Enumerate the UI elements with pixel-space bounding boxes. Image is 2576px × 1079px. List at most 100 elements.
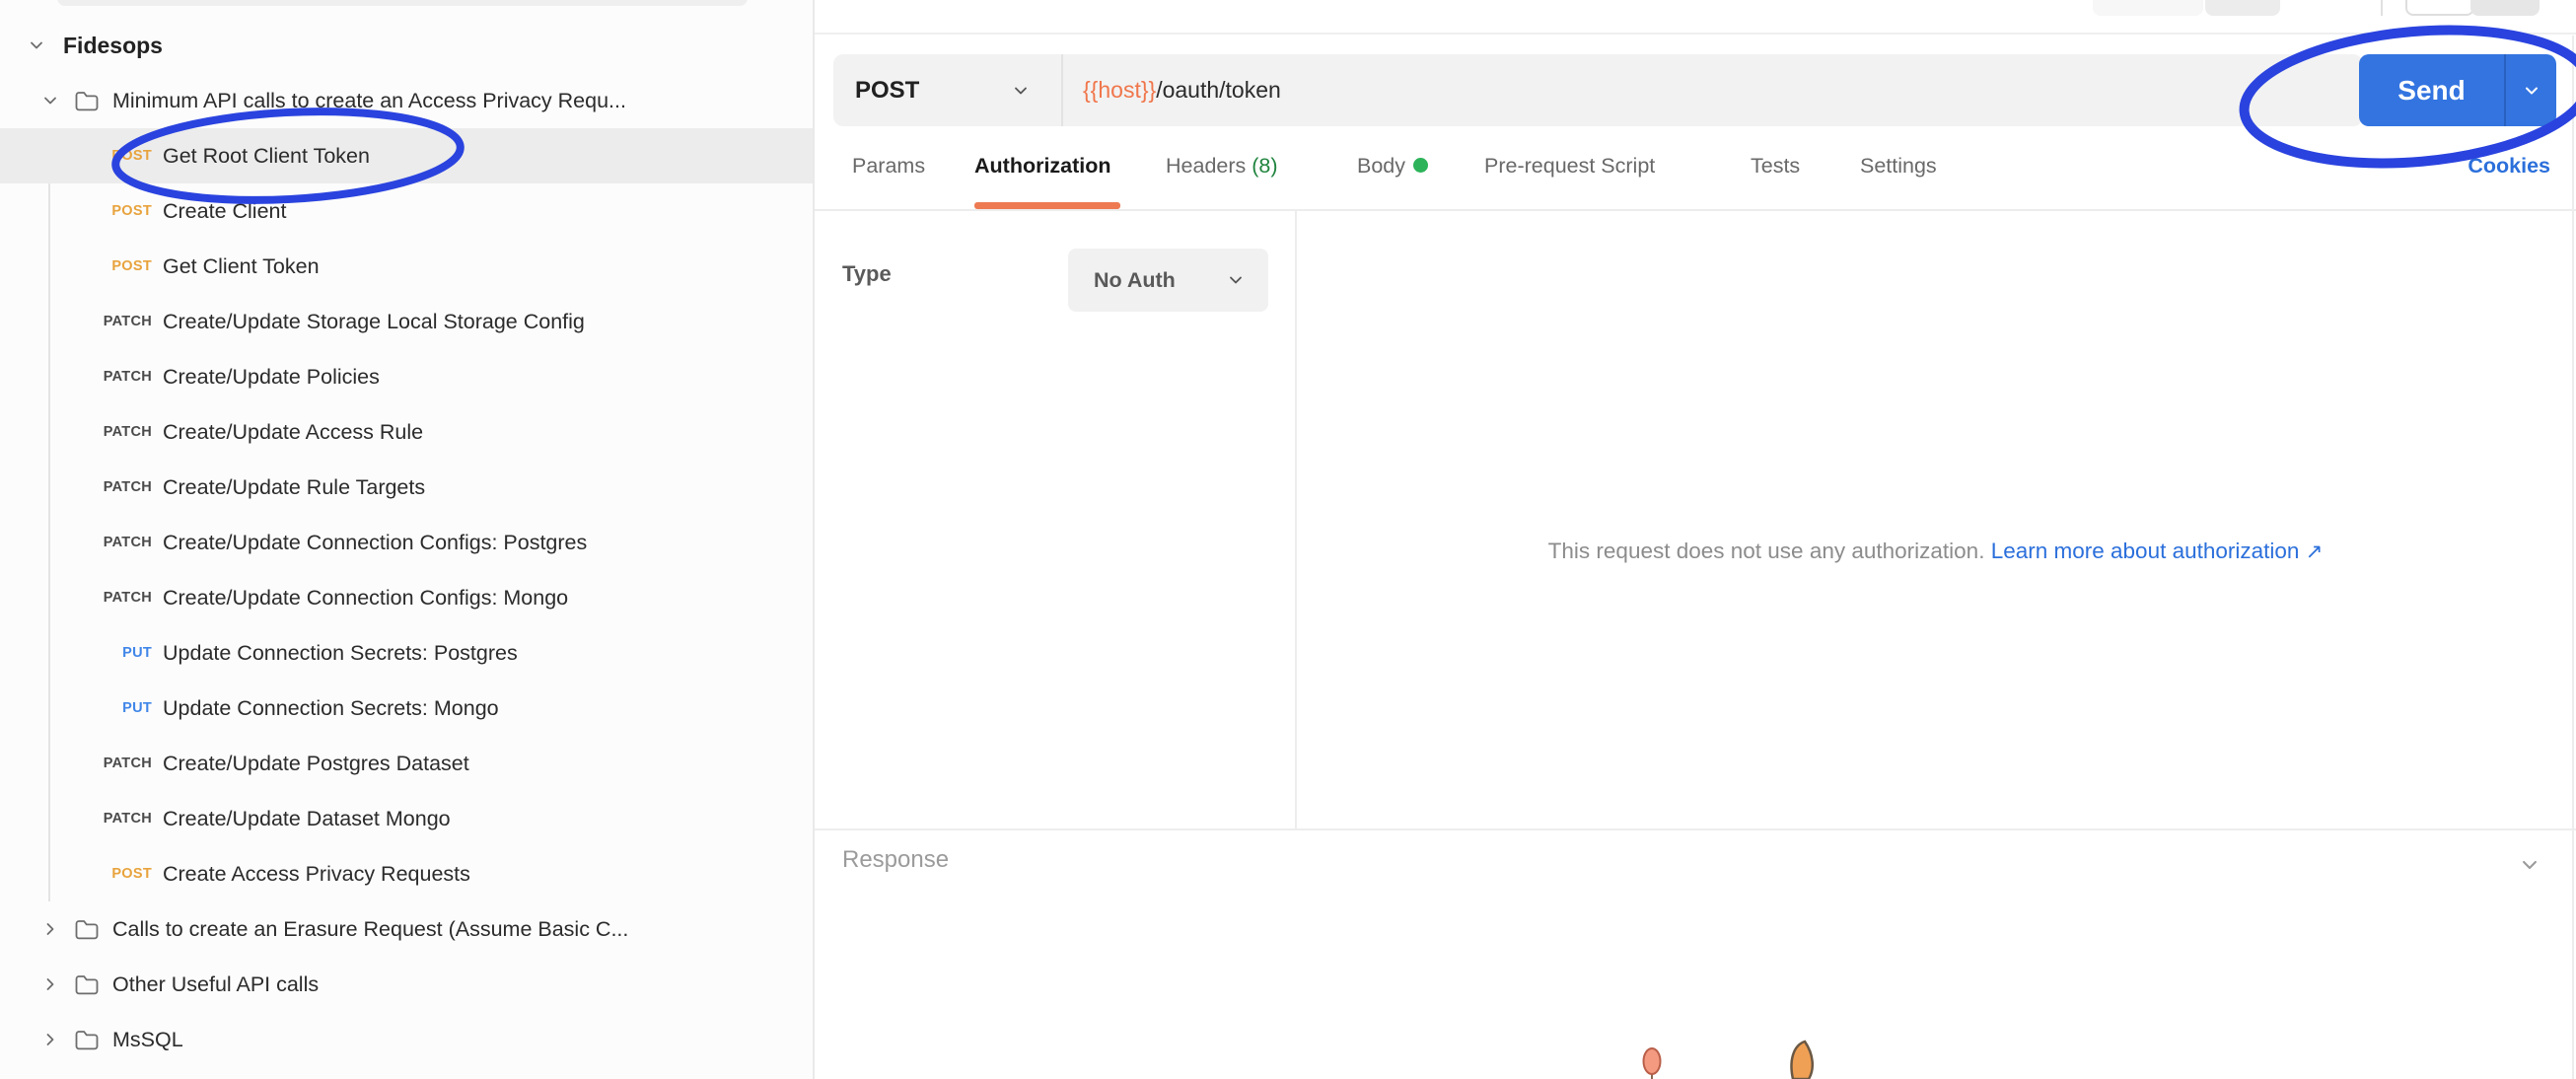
folder-icon — [73, 917, 100, 941]
top-toolbar-partial — [815, 0, 2576, 35]
request-name: Get Client Token — [163, 254, 320, 279]
learn-more-link[interactable]: Learn more about authorization — [1991, 539, 2300, 563]
chevron-down-icon — [2521, 80, 2542, 102]
method-badge: PATCH — [0, 479, 152, 495]
request-name: Get Root Client Token — [163, 144, 370, 169]
method-badge: PUT — [0, 700, 152, 716]
method-dropdown[interactable]: POST — [833, 54, 1061, 126]
send-label: Send — [2359, 75, 2504, 107]
tab-params[interactable]: Params — [852, 154, 925, 179]
request-name: Update Connection Secrets: Mongo — [163, 696, 499, 721]
postman-app: Fidesops Minimum API calls to create an … — [0, 0, 2576, 1079]
folder-icon — [73, 1028, 100, 1051]
tab-settings[interactable]: Settings — [1860, 154, 1937, 179]
request-access-rule[interactable]: PATCH Create/Update Access Rule — [0, 404, 813, 460]
collection-name: Fidesops — [63, 33, 163, 59]
request-name: Create Client — [163, 199, 286, 224]
toolbar-button-partial[interactable] — [2205, 0, 2280, 16]
request-get-client-token[interactable]: POST Get Client Token — [0, 239, 813, 294]
send-options-caret[interactable] — [2506, 80, 2556, 102]
chevron-down-icon[interactable] — [26, 35, 47, 56]
response-collapse-chevron-icon[interactable] — [2517, 852, 2542, 878]
collections-sidebar: Fidesops Minimum API calls to create an … — [0, 0, 813, 1079]
sidebar-folder-erasure-request[interactable]: Calls to create an Erasure Request (Assu… — [0, 901, 813, 957]
request-dataset-mongo[interactable]: PATCH Create/Update Dataset Mongo — [0, 791, 813, 846]
tab-headers[interactable]: Headers (8) — [1166, 154, 1278, 179]
auth-pane-divider — [1295, 211, 1297, 828]
method-badge: PATCH — [0, 314, 152, 329]
method-badge: POST — [0, 258, 152, 274]
chevron-right-icon[interactable] — [39, 1029, 61, 1050]
request-name: Create Access Privacy Requests — [163, 862, 470, 887]
auth-type-label: Type — [842, 261, 892, 287]
request-create-client[interactable]: POST Create Client — [0, 183, 813, 239]
request-postgres-dataset[interactable]: PATCH Create/Update Postgres Dataset — [0, 736, 813, 791]
request-name: Update Connection Secrets: Postgres — [163, 641, 518, 666]
tab-tests[interactable]: Tests — [1751, 154, 1800, 179]
folder-name: Minimum API calls to create an Access Pr… — [112, 89, 626, 113]
url-variable: {{host}} — [1083, 77, 1156, 103]
sidebar-folder-open[interactable]: Minimum API calls to create an Access Pr… — [0, 73, 813, 128]
auth-type-dropdown[interactable]: No Auth — [1068, 249, 1268, 312]
chevron-down-icon[interactable] — [39, 90, 61, 111]
toolbar-button-partial[interactable] — [2093, 0, 2203, 16]
request-name: Create/Update Connection Configs: Mongo — [163, 586, 568, 611]
active-tab-underline — [974, 202, 1120, 209]
request-name: Create/Update Access Rule — [163, 420, 423, 445]
tab-body[interactable]: Body — [1357, 154, 1428, 179]
method-badge: POST — [0, 148, 152, 164]
request-get-root-client-token[interactable]: POST Get Root Client Token — [0, 128, 813, 183]
request-url-bar: POST {{host}}/oauth/token — [833, 54, 2363, 126]
url-input[interactable]: {{host}}/oauth/token — [1063, 77, 2363, 104]
request-policies[interactable]: PATCH Create/Update Policies — [0, 349, 813, 404]
send-button[interactable]: Send — [2359, 54, 2556, 126]
folder-icon — [73, 89, 100, 112]
request-name: Create/Update Rule Targets — [163, 475, 425, 500]
folder-name: Other Useful API calls — [112, 972, 319, 997]
tab-pre-request-script[interactable]: Pre-request Script — [1484, 154, 1655, 179]
request-name: Create/Update Connection Configs: Postgr… — [163, 531, 587, 555]
request-name: Create/Update Dataset Mongo — [163, 807, 451, 831]
method-badge: PATCH — [0, 755, 152, 771]
auth-message-text: This request does not use any authorizat… — [1548, 539, 1985, 563]
method-value: POST — [855, 77, 919, 105]
request-connection-secrets-mongo[interactable]: PUT Update Connection Secrets: Mongo — [0, 681, 813, 736]
method-badge: PATCH — [0, 811, 152, 827]
toolbar-button-partial[interactable] — [2405, 0, 2474, 16]
request-create-access-privacy-requests[interactable]: POST Create Access Privacy Requests — [0, 846, 813, 901]
auth-empty-message: This request does not use any authorizat… — [1295, 539, 2576, 564]
toolbar-divider — [2381, 0, 2383, 16]
folder-name: MsSQL — [112, 1028, 183, 1052]
request-tabs: Params Authorization Headers (8) Body Pr… — [815, 126, 2576, 211]
sidebar-collection-fidesops[interactable]: Fidesops — [0, 18, 813, 73]
folder-icon — [73, 972, 100, 996]
request-connection-configs-postgres[interactable]: PATCH Create/Update Connection Configs: … — [0, 515, 813, 570]
request-connection-configs-mongo[interactable]: PATCH Create/Update Connection Configs: … — [0, 570, 813, 625]
scrollbar-track[interactable] — [2572, 36, 2574, 1079]
tabs-bottom-border — [815, 209, 2576, 211]
request-connection-secrets-postgres[interactable]: PUT Update Connection Secrets: Postgres — [0, 625, 813, 681]
external-link-arrow-icon: ↗ — [2306, 540, 2324, 563]
sidebar-folder-mssql[interactable]: MsSQL — [0, 1012, 813, 1067]
empty-response-illustration — [1629, 1036, 1866, 1079]
sidebar-folder-other-useful[interactable]: Other Useful API calls — [0, 957, 813, 1012]
folder-name: Calls to create an Erasure Request (Assu… — [112, 917, 628, 942]
method-badge: PATCH — [0, 369, 152, 385]
chevron-right-icon[interactable] — [39, 973, 61, 995]
cookies-link[interactable]: Cookies — [2468, 154, 2550, 179]
search-box-partial[interactable] — [57, 0, 748, 6]
tab-headers-label: Headers — [1166, 154, 1246, 178]
request-rule-targets[interactable]: PATCH Create/Update Rule Targets — [0, 460, 813, 515]
tab-authorization[interactable]: Authorization — [974, 154, 1111, 179]
method-badge: PATCH — [0, 535, 152, 550]
response-section-label: Response — [842, 846, 949, 874]
method-badge: POST — [0, 203, 152, 219]
request-storage-config[interactable]: PATCH Create/Update Storage Local Storag… — [0, 294, 813, 349]
tab-body-label: Body — [1357, 154, 1405, 178]
method-badge: PATCH — [0, 424, 152, 440]
chevron-down-icon — [1010, 80, 1032, 102]
chevron-right-icon[interactable] — [39, 918, 61, 940]
toolbar-button-partial[interactable] — [2470, 0, 2540, 16]
request-editor-panel: POST {{host}}/oauth/token Send Params Au… — [813, 0, 2576, 1079]
response-separator[interactable] — [815, 828, 2576, 830]
